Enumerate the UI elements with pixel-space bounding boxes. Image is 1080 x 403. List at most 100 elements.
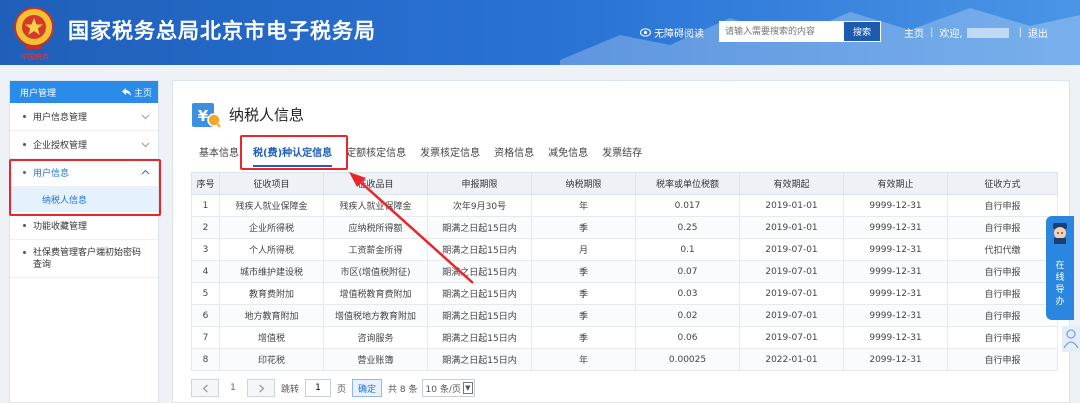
- table-cell: 个人所得税: [219, 238, 324, 261]
- search-button[interactable]: 搜索: [843, 21, 881, 42]
- table-cell: 季: [531, 260, 636, 283]
- table-row: 6 地方教育附加 增值税地方教育附加 期满之日起15日内季 0.02 2019-07-01…: [191, 304, 1058, 327]
- sidebar-home-link[interactable]: 主页: [121, 86, 152, 99]
- goto-label: 跳转: [281, 384, 300, 395]
- table-cell: 企业所得税: [219, 216, 324, 239]
- sidebar-header: 用户管理 主页: [10, 81, 158, 103]
- online-guide-label: 在线导办: [1055, 261, 1065, 307]
- sidebar-item-label: 社保费管理客户端初始密码查询: [33, 248, 142, 270]
- sidebar-item-label: 功能收藏管理: [33, 222, 88, 232]
- online-guide-widget[interactable]: 在线导办: [1046, 216, 1074, 320]
- chevron-down-icon: [141, 114, 150, 120]
- table-row: 1 残疾人就业保障金 残疾人就业保障金 次年9月30号年 0.017 2019-01-01…: [191, 194, 1058, 217]
- page-size-select[interactable]: 10 条/页 ▼: [421, 379, 475, 397]
- column-header: 有效期起: [739, 172, 844, 195]
- prev-page-button[interactable]: [191, 379, 219, 397]
- nav-separator: |: [1018, 27, 1022, 38]
- table-row: 2 企业所得税 应纳税所得额 期满之日起15日内季 0.25 2019-01-01 9999…: [191, 216, 1058, 239]
- welcome-text: 欢迎,: [939, 29, 963, 40]
- tab-exemption-info[interactable]: 减免信息: [548, 144, 588, 167]
- tab-qualification-info[interactable]: 资格信息: [494, 144, 534, 167]
- table-cell: 2019-07-01: [739, 282, 844, 305]
- column-header: 征收项目: [219, 172, 324, 195]
- table-cell: 期满之日起15日内: [427, 216, 532, 239]
- total-count: 共 8 条: [388, 384, 418, 395]
- table-cell: 2019-07-01: [739, 304, 844, 327]
- table-cell: 增值税教育费附加: [323, 282, 428, 305]
- table-cell: 0.017: [635, 194, 740, 217]
- sidebar-item-enterprise-authorization[interactable]: 企业授权管理: [10, 131, 158, 159]
- assistant-avatar-icon: [1053, 223, 1067, 244]
- tab-highlight-box: [240, 135, 348, 170]
- table-cell: 城市维护建设税: [219, 260, 324, 283]
- search-input[interactable]: [719, 21, 843, 42]
- column-header: 征收方式: [947, 172, 1058, 195]
- table-cell: 2019-01-01: [739, 194, 844, 217]
- main-panel: ¥ 纳税人信息 基本信息 税(费)种认定信息 定额核定信息 发票核定信息 资格信…: [172, 80, 1070, 403]
- tab-basic-info[interactable]: 基本信息: [199, 144, 239, 167]
- table-cell: 自行申报: [947, 216, 1058, 239]
- table-cell: 自行申报: [947, 326, 1058, 349]
- page-title: 纳税人信息: [229, 106, 305, 124]
- table-cell: 期满之日起15日内: [427, 304, 532, 327]
- sidebar-item-user-info-management[interactable]: 用户信息管理: [10, 103, 158, 131]
- table-cell: 0.06: [635, 326, 740, 349]
- next-page-button[interactable]: [247, 379, 275, 397]
- table-cell: 0.25: [635, 216, 740, 239]
- table-cell: 2019-07-01: [739, 326, 844, 349]
- column-header: 税率或单位税额: [635, 172, 740, 195]
- table-cell: 2019-07-01: [739, 238, 844, 261]
- table-row: 8 印花税 营业账簿 期满之日起15日内年 0.00025 2022-01-01 2099-…: [191, 348, 1058, 371]
- table-cell: 0.00025: [635, 348, 740, 371]
- table-cell: 自行申报: [947, 194, 1058, 217]
- accessibility-label: 无障碍阅读: [654, 29, 704, 40]
- table-cell: 地方教育附加: [219, 304, 324, 327]
- goto-page-input[interactable]: [305, 379, 332, 397]
- page-size-value: 10 条/页: [425, 384, 461, 395]
- tab-invoice-balance[interactable]: 发票结存: [602, 144, 642, 167]
- table-cell: 9999-12-31: [843, 282, 948, 305]
- masked-username: [966, 27, 1009, 38]
- table-cell: 营业账簿: [323, 348, 428, 371]
- table-cell: 应纳税所得额: [323, 216, 428, 239]
- tab-quota-verification[interactable]: 定额核定信息: [346, 144, 406, 167]
- table-cell: 教育费附加: [219, 282, 324, 305]
- table-cell: 9999-12-31: [843, 304, 948, 327]
- table-cell: 期满之日起15日内: [427, 260, 532, 283]
- table-cell: 增值税地方教育附加: [323, 304, 428, 327]
- accessibility-link[interactable]: 无障碍阅读: [640, 25, 704, 40]
- logout-link[interactable]: 退出: [1028, 25, 1048, 40]
- sidebar-item-social-security-password[interactable]: 社保费管理客户端初始密码查询: [10, 240, 158, 278]
- person-icon[interactable]: [1062, 326, 1080, 352]
- taxpayer-yuan-icon: ¥: [192, 103, 221, 128]
- sidebar-highlight-box: [9, 159, 161, 216]
- column-header: 申报期限: [427, 172, 532, 195]
- table-cell: 年: [531, 348, 636, 371]
- table-cell: 咨询服务: [323, 326, 428, 349]
- chevron-down-icon: [141, 142, 150, 148]
- table-cell: 自行申报: [947, 304, 1058, 327]
- column-header: 征收品目: [323, 172, 428, 195]
- sidebar-item-label: 企业授权管理: [33, 141, 88, 151]
- table-header-row: 序号 征收项目 征收品目 申报期限 纳税期限 税率或单位税额 有效期起 有效期止…: [191, 172, 1058, 195]
- table-cell: 期满之日起15日内: [427, 282, 532, 305]
- dropdown-arrow-icon: ▼: [462, 382, 473, 394]
- current-page-number[interactable]: 1: [219, 383, 247, 393]
- chevron-right-icon: [258, 384, 264, 392]
- table-cell: 季: [531, 216, 636, 239]
- table-body: 1 残疾人就业保障金 残疾人就业保障金 次年9月30号年 0.017 2019-01-01…: [191, 194, 1058, 371]
- table-cell: 9999-12-31: [843, 238, 948, 261]
- table-cell: 8: [191, 348, 220, 371]
- table-cell: 4: [191, 260, 220, 283]
- table-cell: 代扣代缴: [947, 238, 1058, 261]
- table-cell: 自行申报: [947, 260, 1058, 283]
- table-cell: 3: [191, 238, 220, 261]
- tax-emblem-icon: [14, 7, 54, 49]
- bullet-icon: [23, 143, 26, 146]
- goto-confirm-button[interactable]: 确定: [352, 379, 383, 397]
- sidebar-item-favorites-management[interactable]: 功能收藏管理: [10, 212, 158, 240]
- nav-separator: |: [930, 27, 934, 38]
- tab-invoice-verification[interactable]: 发票核定信息: [420, 144, 480, 167]
- home-link[interactable]: 主页: [904, 25, 924, 40]
- chevron-left-icon: [202, 384, 208, 392]
